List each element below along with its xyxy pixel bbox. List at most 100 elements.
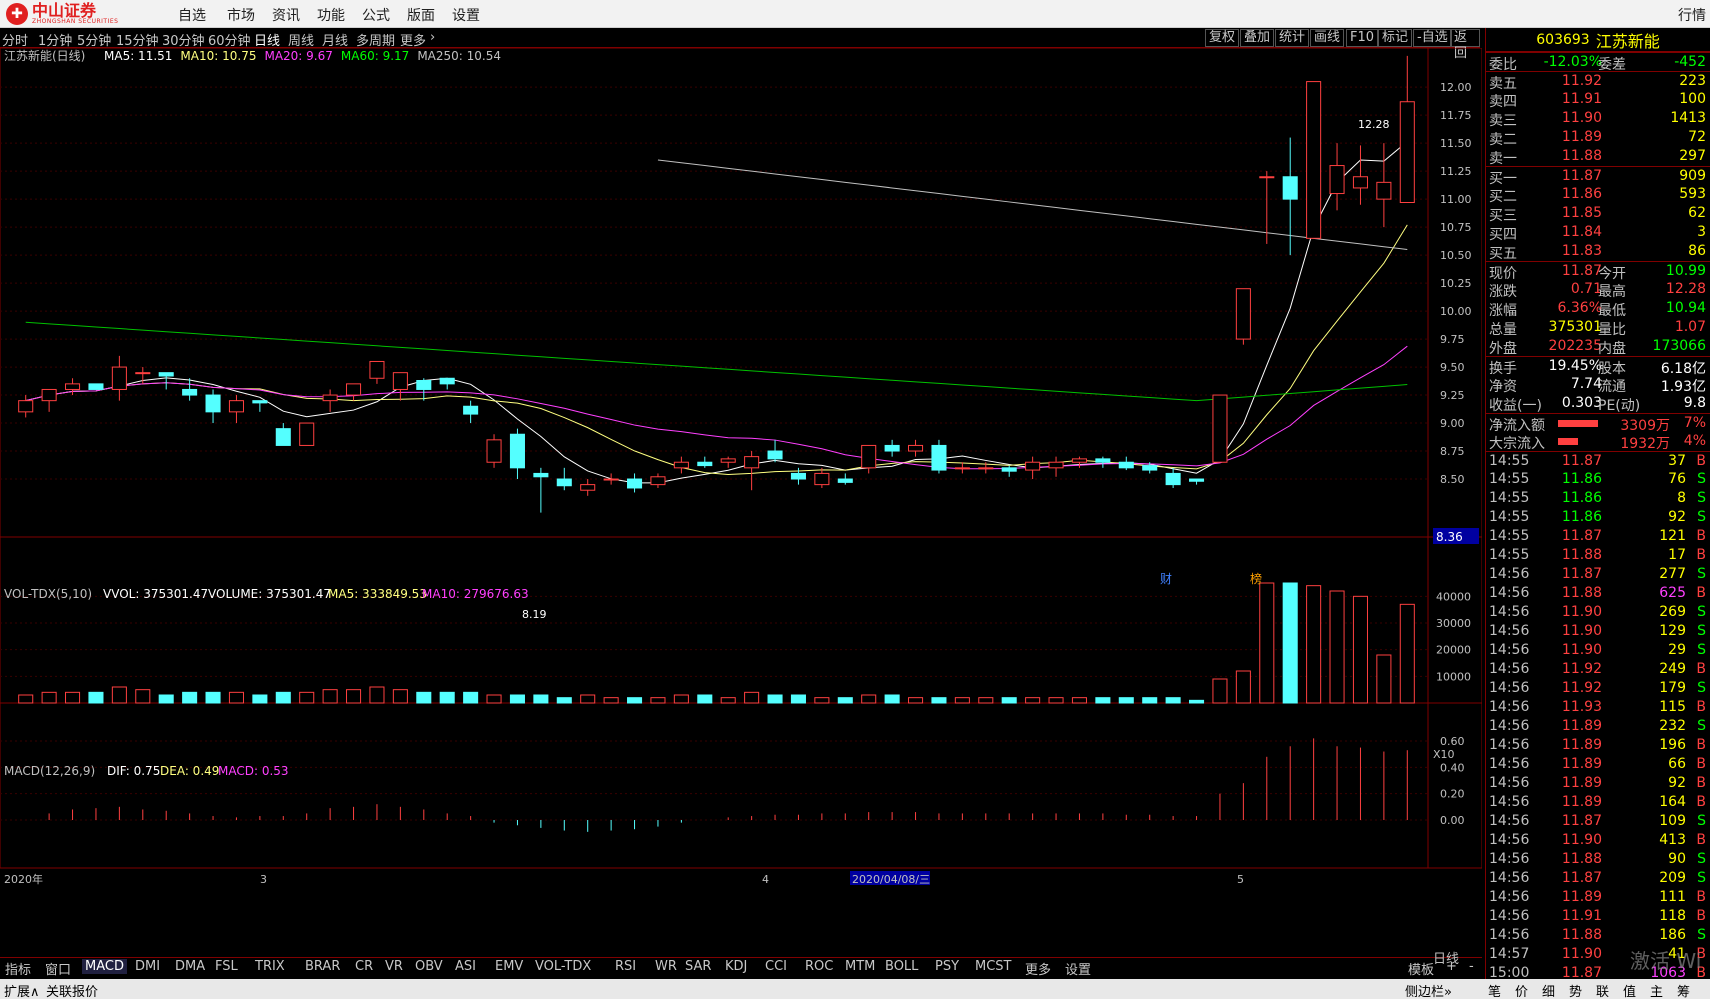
side-tab[interactable]: 势 bbox=[1569, 981, 1582, 999]
indicator-tab[interactable]: 更多 bbox=[1022, 959, 1054, 978]
indicator-tab[interactable]: MTM bbox=[842, 959, 878, 974]
chart-area[interactable]: 12.00 11.75 11.50 11.25 11.00 10.75 10.50 10.25… bbox=[0, 48, 1482, 945]
indicator-tab[interactable]: PSY bbox=[932, 959, 962, 974]
indicator-tab[interactable]: 指标 bbox=[2, 959, 34, 978]
indicator-tab[interactable]: MCST bbox=[972, 959, 1015, 974]
adjust-button[interactable]: 复权 bbox=[1205, 29, 1240, 47]
bid-row-cell: 62 bbox=[1688, 205, 1706, 221]
bid-row: 买二 11.86 593 bbox=[1486, 185, 1710, 205]
indicator-tab[interactable]: ASI bbox=[452, 959, 479, 974]
tick-row-cell: 29 bbox=[1668, 642, 1686, 658]
side-tab[interactable]: 值 bbox=[1623, 981, 1636, 999]
indicator-tab[interactable]: FSL bbox=[212, 959, 241, 974]
candle-body bbox=[346, 383, 362, 396]
period-more[interactable]: 更多 bbox=[400, 30, 426, 49]
candle-body bbox=[1259, 176, 1275, 179]
indicator-tab[interactable]: DMA bbox=[172, 959, 208, 974]
period-monthly[interactable]: 月线 bbox=[322, 30, 348, 49]
indicator-tab[interactable]: CR bbox=[352, 959, 376, 974]
volume-bar bbox=[1306, 585, 1322, 704]
side-tab[interactable]: 联 bbox=[1596, 981, 1609, 999]
side-tab[interactable]: 笔 bbox=[1488, 981, 1501, 999]
high-label: 12.28 bbox=[1358, 118, 1390, 131]
menu-functions[interactable]: 功能 bbox=[317, 5, 345, 25]
indicator-tab[interactable]: DMI bbox=[132, 959, 163, 974]
tick-row-cell: 164 bbox=[1659, 794, 1686, 810]
indicator-tab[interactable]: OBV bbox=[412, 959, 446, 974]
indicator-tab[interactable]: BRAR bbox=[302, 959, 343, 974]
stat-row-cell: 10.99 bbox=[1665, 263, 1706, 279]
fund-row-cell: PE(动) bbox=[1598, 398, 1641, 414]
period-weekly[interactable]: 周线 bbox=[288, 30, 314, 49]
flow-row: 大宗流入 1932万 4% bbox=[1486, 432, 1710, 452]
period-5min[interactable]: 5分钟 bbox=[77, 30, 111, 49]
period-1min[interactable]: 1分钟 bbox=[38, 30, 72, 49]
volume-bar bbox=[1282, 582, 1298, 704]
menu-watchlist[interactable]: 自选 bbox=[178, 5, 206, 25]
bid-row-cell: 11.84 bbox=[1561, 224, 1602, 240]
overlay-button[interactable]: 叠加 bbox=[1240, 29, 1275, 47]
volume-bar bbox=[1259, 582, 1275, 704]
indicator-tab[interactable]: 窗口 bbox=[42, 959, 74, 978]
tick-row: 14:56 11.88 186 S bbox=[1486, 926, 1710, 945]
event-mark-list[interactable]: 榜 bbox=[1250, 571, 1262, 586]
indicator-tab[interactable]: KDJ bbox=[722, 959, 750, 974]
side-tab[interactable]: 细 bbox=[1542, 981, 1555, 999]
tick-row-cell: 625 bbox=[1659, 585, 1686, 601]
indicator-tab[interactable]: EMV bbox=[492, 959, 526, 974]
price-tag: 8.36 bbox=[1436, 530, 1463, 544]
tick-row-cell: 111 bbox=[1659, 889, 1686, 905]
stats-button[interactable]: 统计 bbox=[1275, 29, 1310, 47]
add-watchlist-button[interactable]: -自选 bbox=[1413, 29, 1452, 47]
candle-body bbox=[1399, 101, 1415, 203]
indicator-tab[interactable]: CCI bbox=[762, 959, 790, 974]
menu-market[interactable]: 市场 bbox=[227, 5, 255, 25]
flow-row-cell: 1932万 bbox=[1620, 436, 1670, 452]
period-multi[interactable]: 多周期 bbox=[356, 30, 395, 49]
menu-news[interactable]: 资讯 bbox=[272, 5, 300, 25]
indicator-tab[interactable]: SAR bbox=[682, 959, 714, 974]
sidebar-toggle[interactable]: 侧边栏» bbox=[1405, 981, 1452, 999]
candle-body bbox=[135, 372, 151, 375]
menu-settings[interactable]: 设置 bbox=[452, 5, 480, 25]
side-tab[interactable]: 筹 bbox=[1677, 981, 1690, 999]
tick-row: 14:56 11.89 164 B bbox=[1486, 793, 1710, 812]
mark-button[interactable]: 标记 bbox=[1378, 29, 1413, 47]
volume-bar bbox=[1212, 678, 1228, 704]
f10-button[interactable]: F10 bbox=[1346, 29, 1379, 47]
menu-layout[interactable]: 版面 bbox=[407, 5, 435, 25]
back-button[interactable]: 返回 bbox=[1450, 29, 1480, 61]
period-15min[interactable]: 15分钟 bbox=[116, 30, 159, 49]
indicator-tab[interactable]: RSI bbox=[612, 959, 639, 974]
indicator-tab[interactable]: VOL-TDX bbox=[532, 959, 594, 974]
menu-formula[interactable]: 公式 bbox=[362, 5, 390, 25]
period-60min[interactable]: 60分钟 bbox=[208, 30, 251, 49]
side-tab[interactable]: 主 bbox=[1650, 981, 1663, 999]
macd-dif: DIF: 0.75 bbox=[107, 764, 160, 778]
period-daily[interactable]: 日线 bbox=[254, 30, 280, 49]
volume-bar bbox=[1165, 697, 1181, 704]
indicator-tab[interactable]: BOLL bbox=[882, 959, 921, 974]
indicator-tab[interactable]: WR bbox=[652, 959, 680, 974]
candle-body bbox=[1235, 288, 1251, 340]
indicator-tab[interactable]: TRIX bbox=[252, 959, 288, 974]
related-quote-button[interactable]: 关联报价 bbox=[46, 981, 98, 999]
volume-bar bbox=[1025, 697, 1041, 704]
tick-row-cell: 11.86 bbox=[1561, 490, 1602, 506]
indicator-tab[interactable]: 设置 bbox=[1062, 959, 1094, 978]
expand-button[interactable]: 扩展∧ bbox=[4, 981, 40, 999]
tick-row-cell: 121 bbox=[1659, 528, 1686, 544]
top-right-label[interactable]: 行情 bbox=[1678, 5, 1706, 25]
tick-row-cell: 11.89 bbox=[1561, 794, 1602, 810]
indicator-tab[interactable]: VR bbox=[382, 959, 406, 974]
volume-bar bbox=[837, 697, 853, 704]
template-control[interactable]: - bbox=[1466, 959, 1477, 974]
indicator-tab[interactable]: ROC bbox=[802, 959, 836, 974]
event-mark-finance[interactable]: 财 bbox=[1160, 572, 1172, 586]
period-30min[interactable]: 30分钟 bbox=[162, 30, 205, 49]
indicator-tab[interactable]: MACD bbox=[82, 959, 127, 974]
side-tab[interactable]: 价 bbox=[1515, 981, 1528, 999]
draw-button[interactable]: 画线 bbox=[1310, 29, 1345, 47]
candle-body bbox=[1352, 176, 1368, 189]
period-intraday[interactable]: 分时 bbox=[2, 30, 28, 49]
